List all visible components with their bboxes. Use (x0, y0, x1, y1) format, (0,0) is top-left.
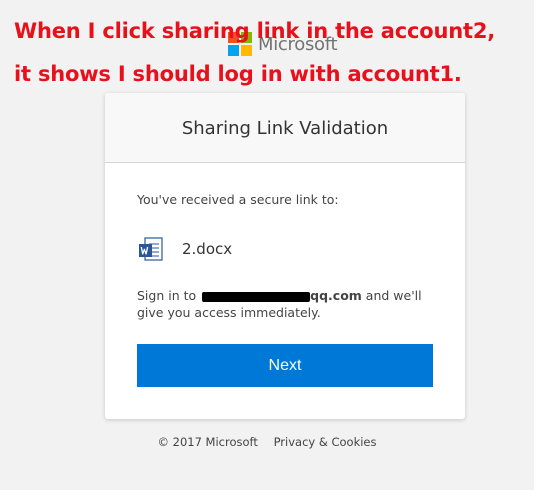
sharing-link-card: Sharing Link Validation You've received … (105, 93, 465, 419)
page-title: Sharing Link Validation (181, 118, 389, 139)
signin-prefix: Sign in to (137, 288, 201, 303)
copyright-text: © 2017 Microsoft (157, 435, 258, 449)
annotation-line-2: it shows I should log in with account1. (14, 62, 462, 86)
word-document-icon (139, 237, 163, 261)
footer: © 2017 Microsoft Privacy & Cookies (0, 435, 534, 449)
annotation-line-1: When I click sharing link in the account… (14, 19, 496, 43)
privacy-cookies-link[interactable]: Privacy & Cookies (274, 435, 377, 449)
file-row: 2.docx (137, 235, 232, 263)
redacted-email (202, 291, 311, 302)
file-name: 2.docx (182, 240, 233, 258)
email-suffix: qq.com (310, 288, 362, 303)
card-header: Sharing Link Validation (105, 93, 465, 163)
signin-instructions: Sign in to qq.com and we'll give you acc… (137, 287, 437, 321)
received-link-text: You've received a secure link to: (137, 192, 339, 207)
next-button[interactable]: Next (137, 344, 433, 387)
